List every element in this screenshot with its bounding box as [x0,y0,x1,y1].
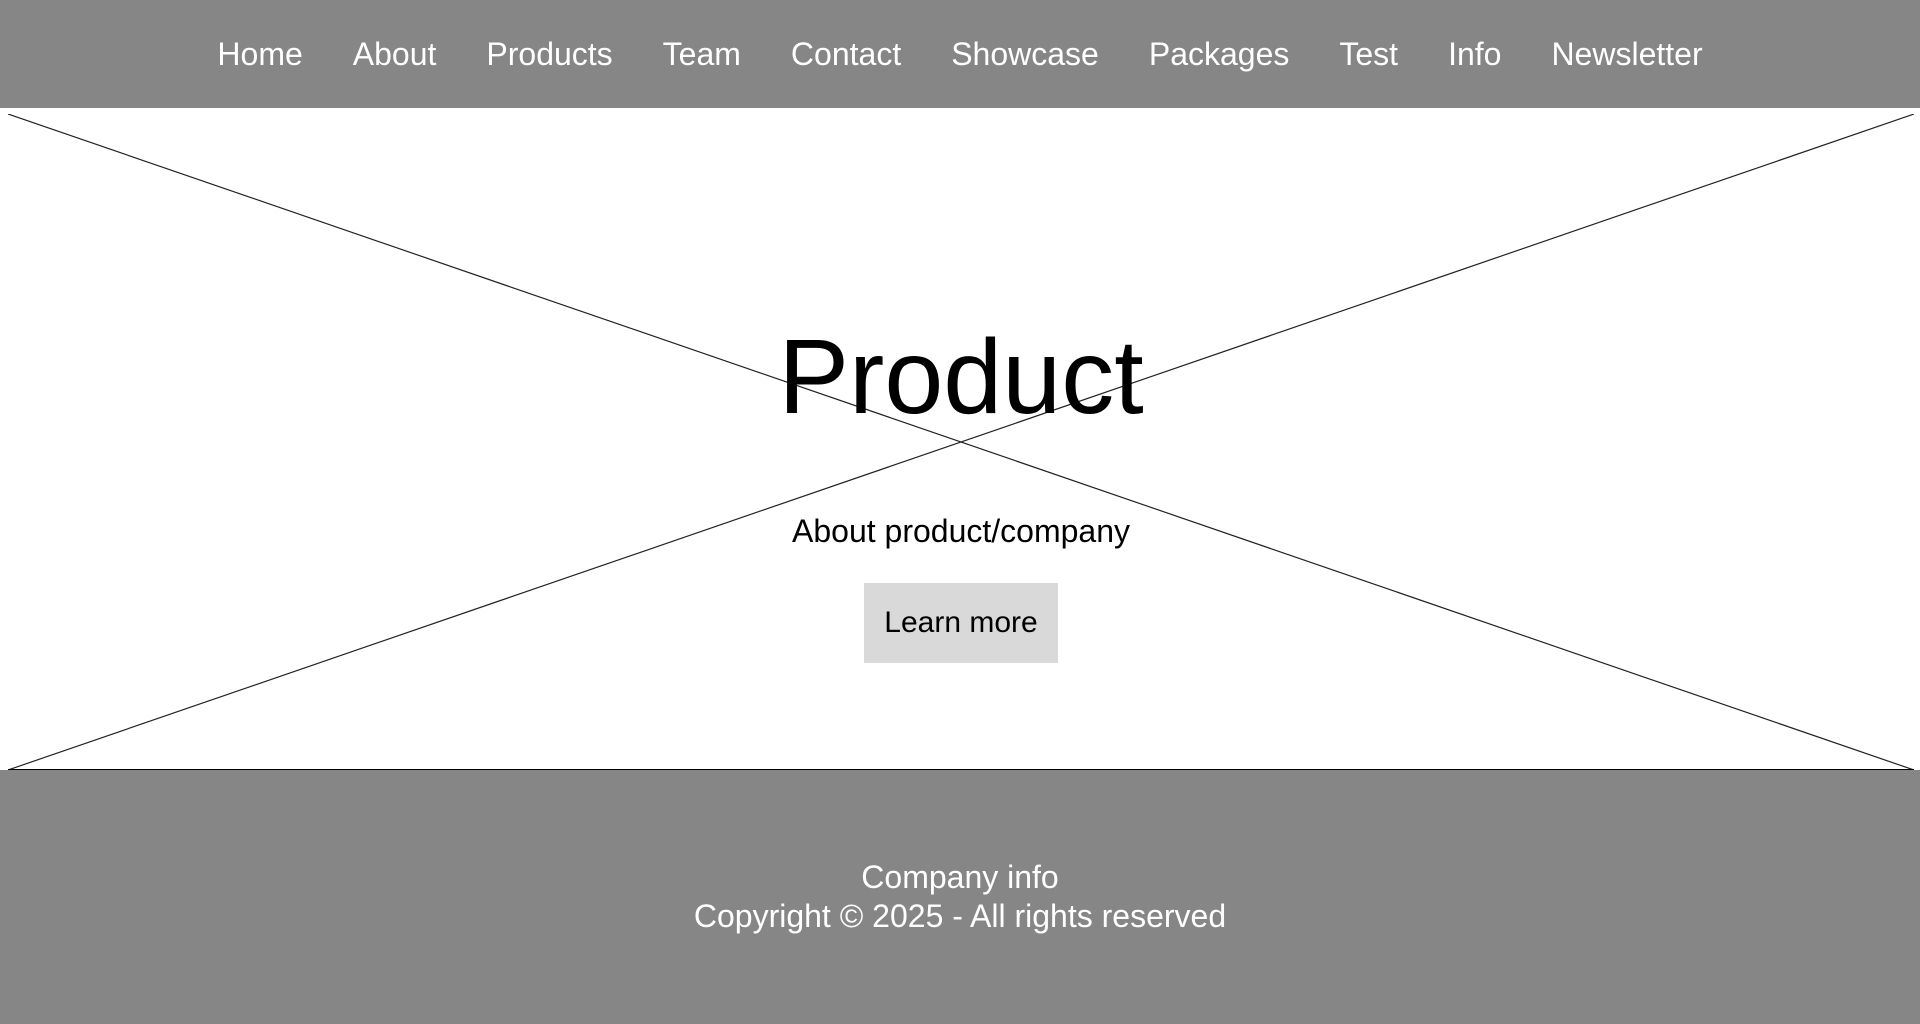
learn-more-button[interactable]: Learn more [864,583,1058,664]
top-navigation: Home About Products Team Contact Showcas… [0,0,1920,110]
nav-item-home[interactable]: Home [217,36,302,73]
nav-list: Home About Products Team Contact Showcas… [192,36,1727,73]
nav-item-info[interactable]: Info [1448,36,1501,73]
hero-content: Product About product/company Learn more [8,114,1914,770]
nav-item-products[interactable]: Products [486,36,612,73]
hero-title: Product [778,318,1144,436]
nav-item-contact[interactable]: Contact [791,36,901,73]
hero-section: Product About product/company Learn more [8,114,1914,770]
nav-item-test[interactable]: Test [1339,36,1398,73]
footer-copyright: Copyright © 2025 - All rights reserved [693,898,1227,934]
page: Home About Products Team Contact Showcas… [0,0,1920,1024]
footer: Company info Copyright © 2025 - All righ… [0,770,1920,1024]
nav-item-newsletter[interactable]: Newsletter [1551,36,1702,73]
nav-item-packages[interactable]: Packages [1149,36,1290,73]
nav-item-team[interactable]: Team [663,36,741,73]
footer-company-info: Company info [861,859,1059,895]
hero-subtitle: About product/company [792,513,1130,550]
nav-item-about[interactable]: About [353,36,437,73]
nav-item-showcase[interactable]: Showcase [951,36,1099,73]
